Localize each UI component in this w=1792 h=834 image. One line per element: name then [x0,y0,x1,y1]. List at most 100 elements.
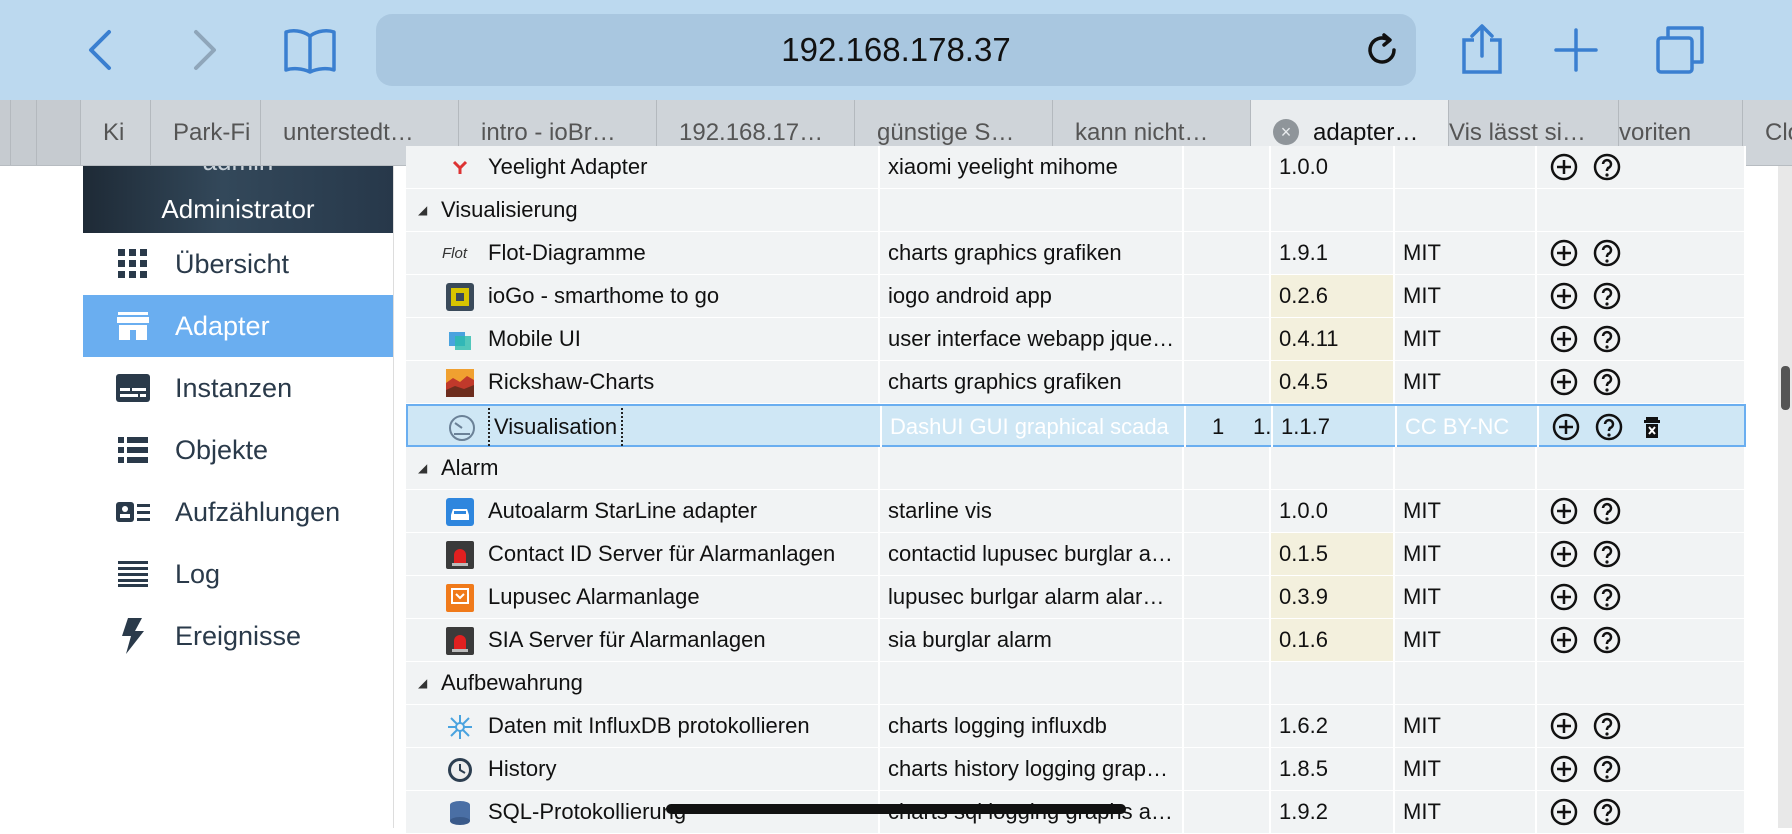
help-icon[interactable] [1594,412,1624,442]
table-row[interactable]: Mobile UI user interface webapp jque… 0.4.… [406,318,1746,361]
sidebar-item-label: Objekte [175,434,269,465]
empty-cell [1537,447,1746,489]
title-cell: Mobile UI [406,318,880,360]
adapter-name: Flot-Diagramme [488,240,646,265]
group-row[interactable]: ◢ Aufbewahrung [406,662,1746,705]
help-icon[interactable] [1592,754,1622,784]
help-icon[interactable] [1592,711,1622,741]
empty-cell [880,447,1184,489]
sidebar-item-aufzaehlungen[interactable]: Aufzählungen [83,481,393,543]
sidebar-item-adapter[interactable]: Adapter [83,295,393,357]
help-icon[interactable] [1592,539,1622,569]
help-icon[interactable] [1592,582,1622,612]
new-tab-icon[interactable] [1546,20,1606,80]
table-row[interactable]: Contact ID Server für Alarmanlagen contac… [406,533,1746,576]
table-row[interactable]: Visualisation DashUI GUI graphical scada 1… [406,404,1748,448]
enum-icon [113,492,153,532]
tab-label: Park-Fi [173,119,251,146]
url-text[interactable]: 192.168.178.37 [376,14,1416,86]
sidebar-item-instanzen[interactable]: Instanzen [83,357,393,419]
add-icon[interactable] [1551,412,1581,442]
add-icon[interactable] [1549,281,1579,311]
actions-cell [1537,232,1746,274]
instances-icon [113,368,153,408]
address-bar[interactable]: 192.168.178.37 [376,14,1416,86]
delete-icon[interactable] [1637,412,1667,442]
add-icon[interactable] [1549,152,1579,182]
table-row[interactable]: Rickshaw-Charts charts graphics grafiken 0… [406,361,1746,404]
share-icon[interactable] [1452,20,1512,80]
tab-label: voriten [1619,119,1692,146]
table-row[interactable]: History charts history logging grap… 1.8.5… [406,748,1746,791]
add-icon[interactable] [1549,367,1579,397]
group-cell: ◢ Aufbewahrung [406,662,880,704]
title-cell: Rickshaw-Charts [406,361,880,403]
tab[interactable]: Park-Fi [150,100,260,165]
empty-cell [1537,189,1746,231]
sidebar-item-objekte[interactable]: Objekte [83,419,393,481]
collapse-icon[interactable]: ◢ [418,189,427,231]
table-row[interactable]: Flot Flot-Diagramme charts graphics grafik… [406,232,1746,275]
help-icon[interactable] [1592,324,1622,354]
title-cell: Lupusec Alarmanlage [406,576,880,618]
table-row[interactable]: Yeelight Adapter xiaomi yeelight mihome 1.… [406,146,1746,189]
close-tab-icon[interactable]: × [1273,118,1299,145]
adapter-name: SIA Server für Alarmanlagen [488,627,766,652]
table-row[interactable]: ioGo - smarthome to go iogo android app 0.… [406,275,1746,318]
table-row[interactable]: Autoalarm StarLine adapter starline vis 1.… [406,490,1746,533]
version-cell: 1.9.1 [1271,232,1395,274]
group-row[interactable]: ◢ Visualisierung [406,189,1746,232]
add-icon[interactable] [1549,582,1579,612]
reload-icon[interactable] [1356,24,1408,76]
help-icon[interactable] [1592,367,1622,397]
user-panel: admin Administrator [83,166,393,233]
help-icon[interactable] [1592,238,1622,268]
scrollbar[interactable] [1778,166,1792,828]
table-row[interactable]: Lupusec Alarmanlage lupusec burlgar alarm… [406,576,1746,619]
add-icon[interactable] [1549,754,1579,784]
sidebar-item-ereignisse[interactable]: Ereignisse [83,605,393,667]
version-cell: 1.0.0 [1271,146,1395,188]
tabs-overview-icon[interactable] [1650,20,1710,80]
adapter-name: Contact ID Server für Alarmanlagen [488,541,836,566]
tab[interactable]: Clou [1742,100,1792,165]
forward-icon[interactable] [175,20,235,80]
add-icon[interactable] [1549,797,1579,827]
group-name: Aufbewahrung [441,670,583,695]
add-icon[interactable] [1549,496,1579,526]
scrollbar-thumb[interactable] [1781,366,1790,410]
table-row[interactable]: SIA Server für Alarmanlagen sia burglar a… [406,619,1746,662]
add-icon[interactable] [1549,625,1579,655]
empty-cell [880,189,1184,231]
help-icon[interactable] [1592,152,1622,182]
group-cell: ◢ Alarm [406,447,880,489]
instances-cell [1184,705,1271,747]
add-icon[interactable] [1549,539,1579,569]
instances-cell [1184,318,1271,360]
collapse-icon[interactable]: ◢ [418,662,427,704]
bookmarks-icon[interactable] [280,20,340,80]
keywords-cell: DashUI GUI graphical scada [882,406,1186,448]
add-icon[interactable] [1549,324,1579,354]
add-icon[interactable] [1549,238,1579,268]
flot-icon: Flot [442,240,476,268]
sidebar-item-uebersicht[interactable]: Übersicht [83,233,393,295]
help-icon[interactable] [1592,625,1622,655]
instances-count: 1 [1212,414,1225,439]
car-alarm-icon [446,498,474,526]
help-icon[interactable] [1592,797,1622,827]
add-icon[interactable] [1549,711,1579,741]
tab-label: Clou [1765,119,1792,146]
table-row[interactable]: Daten mit InfluxDB protokollieren charts … [406,705,1746,748]
sidebar-item-log[interactable]: Log [83,543,393,605]
sidebar: admin Administrator Übersicht Adapter In… [83,166,393,828]
sidebar-item-label: Übersicht [175,248,290,279]
tab-label: Vis lässt si… [1449,119,1586,146]
back-icon[interactable] [70,20,130,80]
collapse-icon[interactable]: ◢ [418,447,427,489]
group-row[interactable]: ◢ Alarm [406,447,1746,490]
version-cell: 0.4.11 [1271,318,1395,360]
help-icon[interactable] [1592,281,1622,311]
help-icon[interactable] [1592,496,1622,526]
mobile-ui-icon [446,326,474,354]
